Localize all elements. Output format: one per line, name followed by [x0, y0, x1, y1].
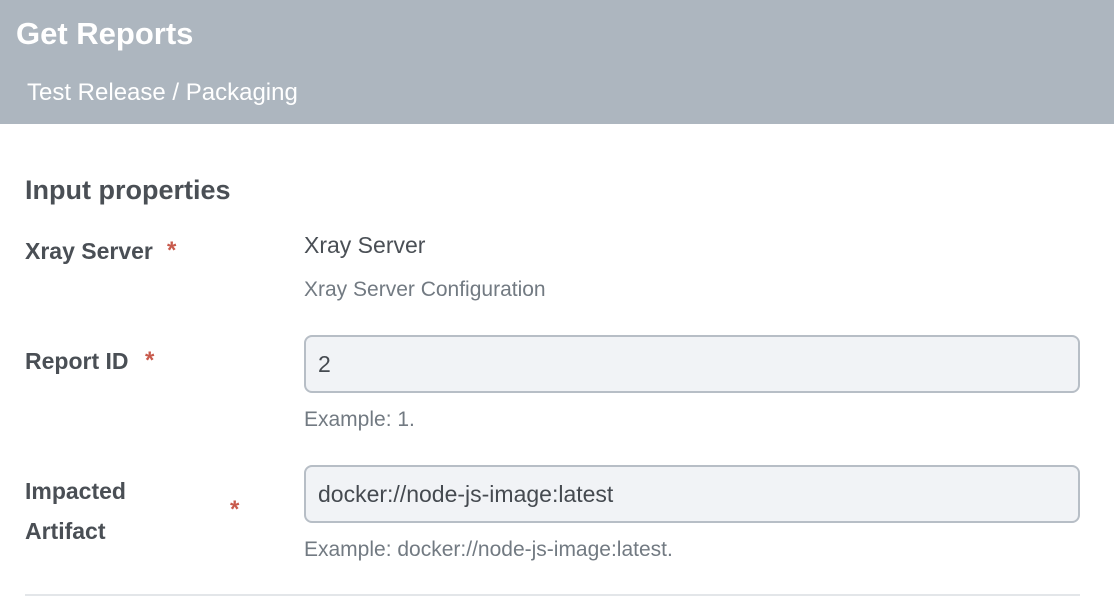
report-id-required-marker: * [145, 347, 155, 374]
xray-server-help: Xray Server Configuration [304, 278, 546, 301]
xray-server-value[interactable]: Xray Server [304, 230, 425, 260]
impacted-artifact-label-line2: Artifact [25, 518, 106, 544]
section-title: Input properties [25, 175, 231, 205]
xray-server-label-text: Xray Server [25, 238, 153, 264]
breadcrumb: Test Release / Packaging [27, 79, 298, 106]
xray-server-label: Xray Server [25, 231, 153, 271]
page-title: Get Reports [16, 16, 194, 51]
impacted-artifact-required-marker: * [230, 496, 240, 523]
report-id-label: Report ID [25, 341, 129, 381]
report-id-help: Example: 1. [304, 408, 415, 431]
xray-server-required-marker: * [167, 237, 177, 264]
report-id-label-text: Report ID [25, 348, 129, 374]
impacted-artifact-help: Example: docker://node-js-image:latest. [304, 538, 673, 561]
impacted-artifact-label-line1: Impacted [25, 478, 126, 504]
section-divider [25, 594, 1080, 596]
page-header: Get Reports Test Release / Packaging [0, 0, 1114, 124]
report-id-input[interactable] [304, 335, 1080, 393]
impacted-artifact-input[interactable] [304, 465, 1080, 523]
